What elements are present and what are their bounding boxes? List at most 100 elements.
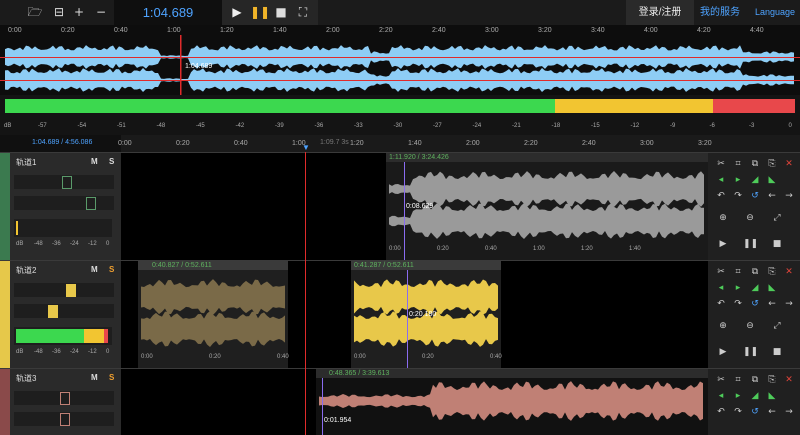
fullscreen-icon[interactable]: ⛶ [294, 4, 312, 20]
move-right-icon[interactable]: ▸ [731, 173, 745, 187]
copy-icon[interactable]: ⧉ [748, 157, 762, 171]
arrow-left-icon[interactable]: ← [765, 189, 779, 203]
waveform-overview[interactable]: 0:00 0:20 0:40 1:00 1:20 1:40 2:00 2:20 2:40 3:00… [0, 25, 800, 95]
overview-playhead [180, 35, 182, 95]
track-name[interactable]: 轨道2 [16, 265, 36, 276]
clip-position-label: 0:01.954 [324, 417, 352, 424]
scissors-icon[interactable]: ✂ [714, 373, 728, 387]
fade-out-icon[interactable]: ◣ [765, 173, 779, 187]
export-icon[interactable]: ⊟ [50, 3, 68, 21]
solo-button[interactable]: S [109, 265, 114, 274]
redo-icon[interactable]: ↷ [731, 189, 745, 203]
zoom-out-icon[interactable]: ⊖ [743, 319, 757, 333]
volume-knob[interactable] [62, 176, 72, 189]
fade-in-icon[interactable]: ◢ [748, 281, 762, 295]
language-select[interactable]: Language ⌄ [755, 0, 800, 42]
arrow-right-icon[interactable]: → [782, 189, 796, 203]
my-service-link[interactable]: 我的服务 [700, 0, 740, 25]
reset-icon[interactable]: ↺ [748, 405, 762, 419]
close-icon[interactable]: ✕ [782, 373, 796, 387]
arrow-left-icon[interactable]: ← [765, 297, 779, 311]
arrow-left-icon[interactable]: ← [765, 405, 779, 419]
mute-button[interactable]: M [91, 373, 98, 382]
stop-icon[interactable]: ■ [770, 237, 784, 251]
track-level-meter [14, 327, 112, 345]
timeline-ruler[interactable]: 1:04.689 / 4:56.086 1:09.7 3s 0:00 0:20 0:… [0, 135, 800, 152]
scissors-icon[interactable]: ✂ [714, 265, 728, 279]
volume-knob[interactable] [60, 392, 70, 405]
track-lane[interactable]: 0:48.365 / 3:39.613 0:01.954 [121, 369, 708, 435]
move-right-icon[interactable]: ▸ [731, 281, 745, 295]
track-lane[interactable]: 1:11.920 / 3:24.426 0:08.629 0:00 0:20 0:40 1… [121, 153, 708, 261]
volume-knob[interactable] [66, 284, 76, 297]
undo-icon[interactable]: ↶ [714, 297, 728, 311]
pause-icon[interactable]: ❚❚ [250, 4, 270, 20]
fade-out-icon[interactable]: ◣ [765, 281, 779, 295]
solo-button[interactable]: S [109, 373, 114, 382]
paste-icon[interactable]: ⎘ [765, 373, 779, 387]
playhead-marker-icon[interactable]: ▼ [302, 144, 310, 152]
remove-icon[interactable]: − [92, 3, 110, 21]
mute-button[interactable]: M [91, 157, 98, 166]
fade-in-icon[interactable]: ◢ [748, 173, 762, 187]
track-lane[interactable]: 0:40.827 / 0:52.611 0:00 0:20 0:40 0:41.287 … [121, 261, 708, 369]
login-button[interactable]: 登录/注册 [626, 0, 694, 25]
clip-ruler-label: 1:20 [581, 246, 593, 252]
redo-icon[interactable]: ↷ [731, 297, 745, 311]
zoom-in-icon[interactable]: ⊕ [716, 211, 730, 225]
open-folder-icon[interactable]: 🗁 [26, 3, 44, 21]
move-left-icon[interactable]: ◂ [714, 281, 728, 295]
solo-button[interactable]: S [109, 157, 114, 166]
meter-scale-label: 0 [788, 123, 792, 129]
pan-slider[interactable] [14, 196, 114, 210]
close-icon[interactable]: ✕ [782, 265, 796, 279]
add-icon[interactable]: + [70, 3, 88, 21]
track-tools-panel: ✂ ⌗ ⧉ ⎘ ✕ ◂ ▸ ◢ ◣ ↶ ↷ ↺ ← → ⊕ ⊖ ⤢ ▶ ❚❚ ■ [708, 261, 800, 368]
mute-button[interactable]: M [91, 265, 98, 274]
pan-knob[interactable] [60, 413, 70, 426]
arrow-right-icon[interactable]: → [782, 297, 796, 311]
transport-controls: ▶ ❚❚ ■ ⛶ [222, 0, 318, 25]
pan-knob[interactable] [48, 305, 58, 318]
undo-icon[interactable]: ↶ [714, 405, 728, 419]
reset-icon[interactable]: ↺ [748, 189, 762, 203]
redo-icon[interactable]: ↷ [731, 405, 745, 419]
stop-icon[interactable]: ■ [272, 4, 290, 20]
play-icon[interactable]: ▶ [716, 345, 730, 359]
copy-icon[interactable]: ⧉ [748, 373, 762, 387]
crop-icon[interactable]: ⌗ [731, 157, 745, 171]
reset-icon[interactable]: ↺ [748, 297, 762, 311]
pan-knob[interactable] [86, 197, 96, 210]
zoom-in-icon[interactable]: ⊕ [716, 319, 730, 333]
track-tools-panel: ✂ ⌗ ⧉ ⎘ ✕ ◂ ▸ ◢ ◣ ↶ ↷ ↺ ← → ⊕ ⊖ ⤢ ▶ ❚❚ ■ [708, 153, 800, 260]
move-left-icon[interactable]: ◂ [714, 173, 728, 187]
fade-in-icon[interactable]: ◢ [748, 389, 762, 403]
undo-icon[interactable]: ↶ [714, 189, 728, 203]
fit-icon[interactable]: ⤢ [770, 319, 784, 333]
track-name[interactable]: 轨道3 [16, 373, 36, 384]
paste-icon[interactable]: ⎘ [765, 157, 779, 171]
track-name[interactable]: 轨道1 [16, 157, 36, 168]
pause-icon[interactable]: ❚❚ [743, 345, 758, 359]
fade-out-icon[interactable]: ◣ [765, 389, 779, 403]
clip-cursor [407, 270, 408, 369]
copy-icon[interactable]: ⧉ [748, 265, 762, 279]
crop-icon[interactable]: ⌗ [731, 373, 745, 387]
arrow-right-icon[interactable]: → [782, 405, 796, 419]
paste-icon[interactable]: ⎘ [765, 265, 779, 279]
pan-slider[interactable] [14, 304, 114, 318]
stop-icon[interactable]: ■ [770, 345, 784, 359]
play-icon[interactable]: ▶ [228, 4, 246, 20]
scissors-icon[interactable]: ✂ [714, 157, 728, 171]
fit-icon[interactable]: ⤢ [770, 211, 784, 225]
crop-icon[interactable]: ⌗ [731, 265, 745, 279]
pause-icon[interactable]: ❚❚ [743, 237, 758, 251]
zoom-out-icon[interactable]: ⊖ [743, 211, 757, 225]
move-right-icon[interactable]: ▸ [731, 389, 745, 403]
volume-slider[interactable] [14, 283, 114, 297]
move-left-icon[interactable]: ◂ [714, 389, 728, 403]
clip-ruler-label: 1:40 [629, 246, 641, 252]
play-icon[interactable]: ▶ [716, 237, 730, 251]
track-db-label: -36 [52, 241, 61, 247]
close-icon[interactable]: ✕ [782, 157, 796, 171]
